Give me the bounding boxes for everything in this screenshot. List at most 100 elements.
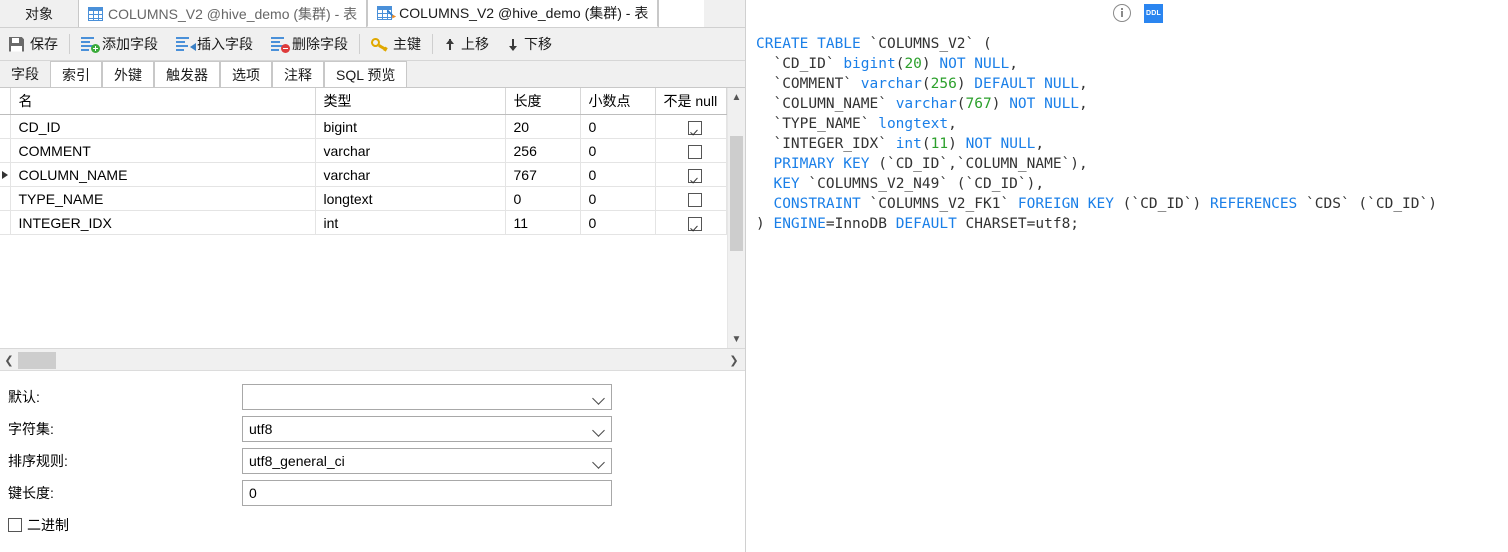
- binary-row[interactable]: 二进制: [8, 509, 745, 539]
- cell-decimals[interactable]: 0: [580, 138, 656, 163]
- cell-length[interactable]: 11: [505, 210, 581, 235]
- cell-not-null[interactable]: [655, 138, 727, 163]
- scroll-down-icon[interactable]: ▼: [728, 330, 745, 348]
- add-field-button[interactable]: 添加字段: [72, 28, 167, 61]
- row-indicator: [0, 162, 11, 187]
- table-row[interactable]: CD_ID bigint 20 0: [0, 114, 727, 139]
- grid-vertical-scrollbar[interactable]: ▲ ▼: [727, 88, 745, 348]
- col-header-name[interactable]: 名: [10, 88, 316, 115]
- subtab-indexes[interactable]: 索引: [50, 61, 102, 87]
- info-icon[interactable]: [1113, 4, 1131, 22]
- cell-length[interactable]: 256: [505, 138, 581, 163]
- sql-token: ): [756, 216, 774, 232]
- arrow-down-icon: [507, 38, 518, 51]
- not-null-checkbox[interactable]: [687, 216, 702, 231]
- not-null-checkbox[interactable]: [687, 192, 702, 207]
- row-indicator-header: [0, 88, 11, 115]
- cell-type[interactable]: int: [315, 210, 506, 235]
- not-null-checkbox[interactable]: [687, 144, 702, 159]
- col-header-decimals[interactable]: 小数点: [580, 88, 656, 115]
- row-indicator: [0, 138, 11, 163]
- cell-type[interactable]: longtext: [315, 186, 506, 211]
- cell-type[interactable]: bigint: [315, 114, 506, 139]
- cell-decimals[interactable]: 0: [580, 210, 656, 235]
- cell-name[interactable]: COLUMN_NAME: [10, 162, 316, 187]
- subtab-sql-preview[interactable]: SQL 预览: [324, 61, 408, 87]
- subtab-foreign-keys[interactable]: 外键: [102, 61, 154, 87]
- cell-decimals[interactable]: 0: [580, 162, 656, 187]
- cell-not-null[interactable]: [655, 162, 727, 187]
- cell-type[interactable]: varchar: [315, 162, 506, 187]
- col-header-type[interactable]: 类型: [315, 88, 506, 115]
- table-designer-pane: 对象 COLUMNS_V2 @hive_demo (集群) - 表 COLUMN…: [0, 0, 746, 552]
- add-field-icon: [81, 37, 100, 53]
- subtab-triggers[interactable]: 触发器: [154, 61, 220, 87]
- col-header-length[interactable]: 长度: [505, 88, 581, 115]
- table-row[interactable]: COMMENT varchar 256 0: [0, 138, 727, 163]
- ddl-preview-pane: DDL CREATE TABLE `COLUMNS_V2` ( `CD_ID` …: [746, 0, 1508, 552]
- not-null-checkbox[interactable]: [687, 168, 702, 183]
- chevron-down-icon[interactable]: [592, 424, 605, 437]
- cell-length[interactable]: 0: [505, 186, 581, 211]
- sql-line: `COLUMN_NAME` varchar(767) NOT NULL,: [756, 94, 1508, 114]
- ddl-sql-code[interactable]: CREATE TABLE `COLUMNS_V2` ( `CD_ID` bigi…: [746, 26, 1508, 234]
- primary-key-button[interactable]: 主键: [362, 28, 430, 61]
- collation-combobox[interactable]: utf8_general_ci: [242, 448, 612, 474]
- sql-token: ): [948, 136, 966, 152]
- subtab-comment[interactable]: 注释: [272, 61, 324, 87]
- document-tab-1[interactable]: COLUMNS_V2 @hive_demo (集群) - 表: [78, 0, 368, 27]
- scroll-right-icon[interactable]: ❯: [725, 349, 743, 371]
- col-header-not-null[interactable]: 不是 null: [655, 88, 727, 115]
- move-down-button[interactable]: 下移: [498, 28, 561, 61]
- vertical-scrollbar-thumb[interactable]: [730, 136, 743, 251]
- chevron-down-icon[interactable]: [592, 392, 605, 405]
- horizontal-scrollbar-thumb[interactable]: [18, 352, 56, 369]
- default-label: 默认:: [8, 389, 40, 405]
- cell-name[interactable]: CD_ID: [10, 114, 316, 139]
- table-row[interactable]: COLUMN_NAME varchar 767 0: [0, 162, 727, 187]
- cell-decimals[interactable]: 0: [580, 186, 656, 211]
- scroll-left-icon[interactable]: ❮: [0, 349, 18, 371]
- cell-type[interactable]: varchar: [315, 138, 506, 163]
- chevron-down-icon[interactable]: [592, 456, 605, 469]
- charset-combobox[interactable]: utf8: [242, 416, 612, 442]
- document-tab-2[interactable]: COLUMNS_V2 @hive_demo (集群) - 表: [367, 0, 659, 27]
- cell-not-null[interactable]: [655, 186, 727, 211]
- default-combobox[interactable]: [242, 384, 612, 410]
- cell-name[interactable]: TYPE_NAME: [10, 186, 316, 211]
- table-row[interactable]: INTEGER_IDX int 11 0: [0, 210, 727, 235]
- insert-field-label: 插入字段: [197, 36, 253, 52]
- document-tab-2-label: COLUMNS_V2 @hive_demo (集群) - 表: [399, 5, 649, 21]
- subtab-options[interactable]: 选项: [220, 61, 272, 87]
- cell-length[interactable]: 767: [505, 162, 581, 187]
- object-panel-label[interactable]: 对象: [0, 0, 78, 27]
- sql-line: `CD_ID` bigint(20) NOT NULL,: [756, 54, 1508, 74]
- sql-token: 11: [930, 136, 949, 152]
- sql-token: (`CD_ID`): [1113, 196, 1210, 212]
- subtab-fields[interactable]: 字段: [0, 61, 50, 87]
- default-row: 默认:: [8, 381, 745, 413]
- insert-field-button[interactable]: 插入字段: [167, 28, 262, 61]
- binary-checkbox[interactable]: [8, 518, 22, 532]
- ddl-icon[interactable]: DDL: [1144, 3, 1163, 23]
- not-null-checkbox[interactable]: [687, 120, 702, 135]
- subtabs-filler: [407, 61, 745, 87]
- delete-field-button[interactable]: 删除字段: [262, 28, 357, 61]
- scroll-up-icon[interactable]: ▲: [728, 88, 745, 106]
- save-button[interactable]: 保存: [0, 28, 67, 61]
- table-row[interactable]: TYPE_NAME longtext 0 0: [0, 186, 727, 211]
- key-length-input[interactable]: 0: [242, 480, 612, 506]
- cell-length[interactable]: 20: [505, 114, 581, 139]
- sql-token: ,: [948, 116, 957, 132]
- move-up-button[interactable]: 上移: [435, 28, 498, 61]
- grid-horizontal-scrollbar[interactable]: ❮ ❯: [0, 349, 745, 371]
- cell-not-null[interactable]: [655, 210, 727, 235]
- cell-name[interactable]: COMMENT: [10, 138, 316, 163]
- nav icat-table-designer: 对象 COLUMNS_V2 @hive_demo (集群) - 表 COLUMN…: [0, 0, 1508, 552]
- cell-not-null[interactable]: [655, 114, 727, 139]
- cell-name[interactable]: INTEGER_IDX: [10, 210, 316, 235]
- cell-decimals[interactable]: 0: [580, 114, 656, 139]
- sql-token: ,: [1079, 76, 1088, 92]
- ddl-pane-header: DDL: [746, 0, 1508, 26]
